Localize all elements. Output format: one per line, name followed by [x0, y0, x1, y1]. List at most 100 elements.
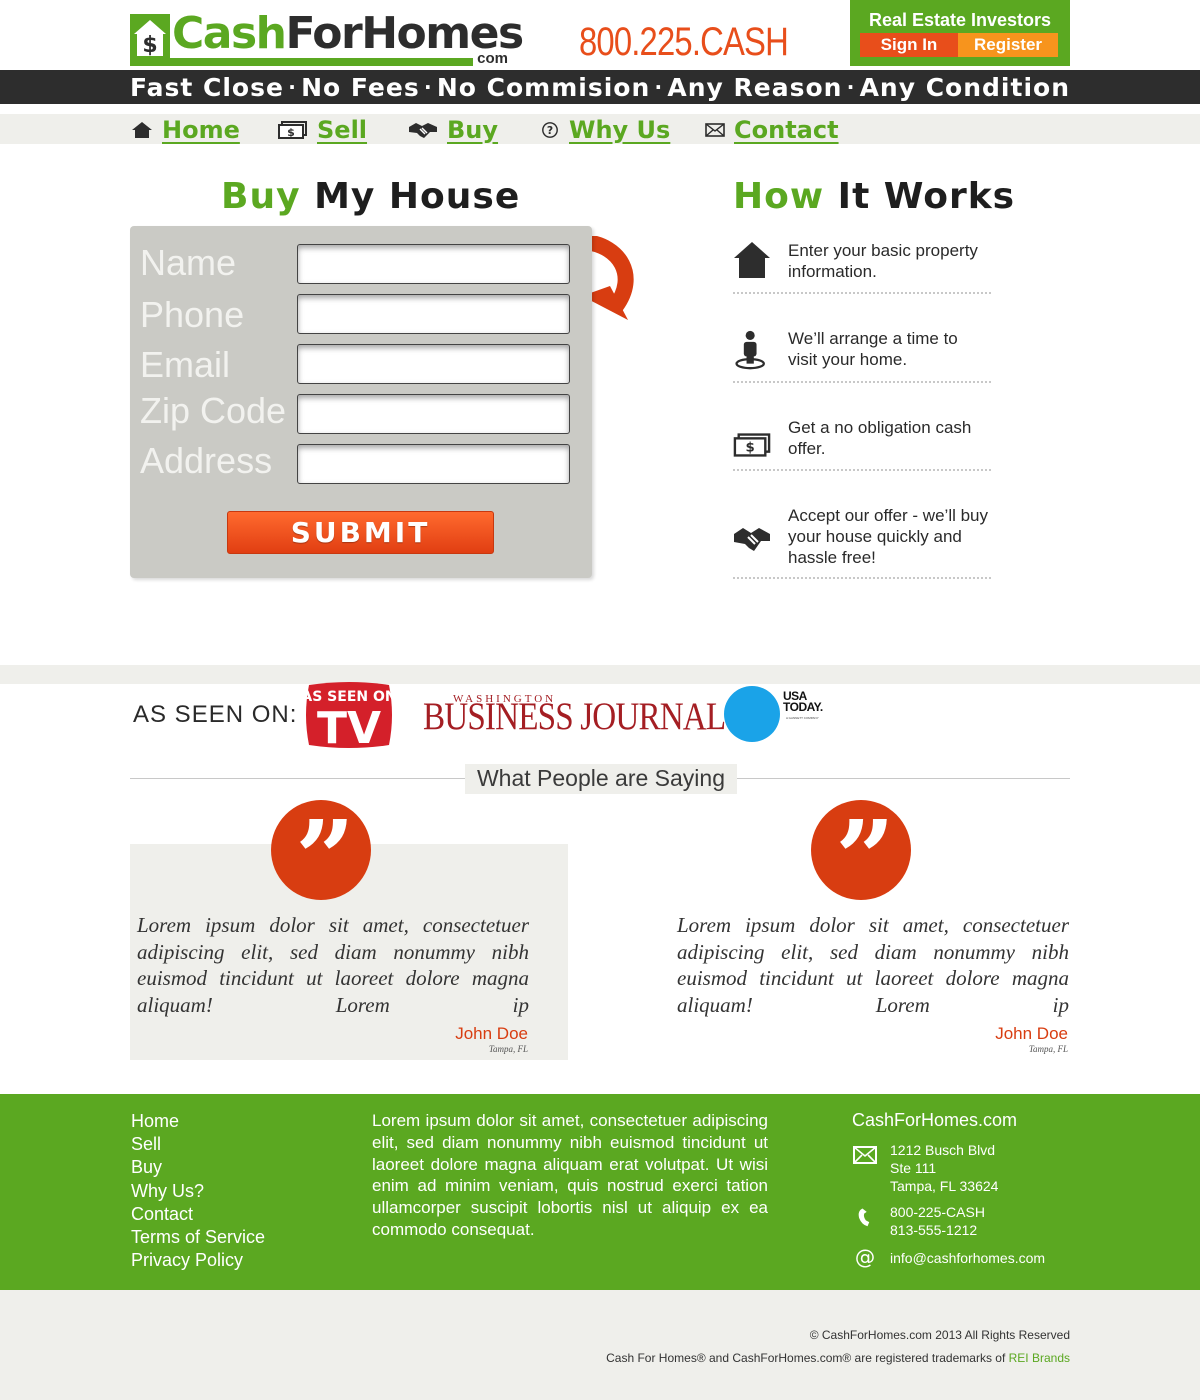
site-logo[interactable]: $ CashForHomes com — [130, 8, 524, 68]
how-step: We’ll arrange a time to visit your home. — [733, 326, 991, 383]
tagline-bar: Fast Close · No Fees · No Commision · An… — [0, 70, 1200, 104]
usa-today-subtext: A GANNETT COMPANY — [786, 716, 819, 720]
address-field[interactable] — [297, 444, 570, 484]
heading-highlight: Buy — [221, 176, 301, 217]
logo-underline — [130, 58, 512, 66]
step-text: Get a no obligation cash offer. — [788, 418, 972, 458]
section-divider-band — [0, 665, 1200, 684]
usa-today-text: USA TODAY. — [783, 689, 823, 714]
footer-links: Home Sell Buy Why Us? Contact Terms of S… — [131, 1110, 265, 1272]
phone-icon — [858, 1208, 870, 1227]
heading-highlight: How — [733, 176, 825, 217]
zip-code-field[interactable] — [297, 394, 570, 434]
svg-text:@: @ — [855, 1246, 875, 1268]
as-seen-on-tv-logo: AS SEEN ON TV — [305, 682, 393, 749]
cash-icon: $ — [278, 121, 307, 139]
phone-label: Phone — [140, 294, 245, 335]
name-field[interactable] — [297, 244, 570, 284]
house-icon — [734, 242, 770, 278]
testimonial-quote: Lorem ipsum dolor sit amet, consectetuer… — [137, 913, 529, 1017]
svg-text:$: $ — [745, 441, 754, 456]
footer-phones: 800-225-CASH 813-555-1212 — [890, 1203, 985, 1239]
logo-wordmark: CashForHomes — [172, 8, 524, 60]
nav-label: Home — [162, 116, 240, 144]
tagline-separator: · — [654, 75, 664, 99]
footer-link-privacy[interactable]: Privacy Policy — [131, 1249, 265, 1272]
tagline-separator: · — [288, 75, 297, 99]
envelope-icon — [853, 1146, 877, 1164]
usa-today-logo — [724, 686, 780, 742]
how-step: Enter your basic property information. — [733, 238, 991, 294]
wbj-big-text: BUSINESS JOURNAL — [423, 695, 726, 738]
phone-line[interactable]: 813-555-1212 — [890, 1221, 985, 1239]
testimonial-location: Tampa, FL — [488, 1044, 528, 1054]
heading-rest: It Works — [837, 176, 1016, 217]
submit-button[interactable]: SUBMIT — [227, 511, 494, 554]
nav-label: Why Us — [569, 116, 671, 144]
legal-bar: © CashForHomes.com 2013 All Rights Reser… — [0, 1290, 1200, 1400]
buy-form-heading: Buy My House — [221, 176, 520, 217]
sign-in-button[interactable]: Sign In — [860, 33, 958, 57]
nav-label: Buy — [447, 116, 499, 144]
testimonial-author: John Doe — [995, 1024, 1068, 1043]
investor-panel: Real Estate Investors Sign In Register — [850, 0, 1070, 66]
step-text: Enter your basic property information. — [788, 241, 978, 281]
site-header: $ CashForHomes com 800.225.CASH Real Est… — [0, 0, 1200, 70]
step-text: We’ll arrange a time to visit your home. — [788, 329, 958, 369]
footer-link-contact[interactable]: Contact — [131, 1203, 265, 1226]
phone-number[interactable]: 800.225.CASH — [579, 20, 789, 65]
nav-item-buy[interactable]: Buy — [408, 116, 498, 144]
testimonial-quote: Lorem ipsum dolor sit amet, consectetuer… — [677, 913, 1069, 1017]
buy-house-form: Name Phone Email Zip Code Address SUBMIT — [130, 226, 592, 578]
how-step: Accept our offer - we’ll buy your house … — [733, 503, 991, 579]
nav-item-home[interactable]: Home — [131, 116, 240, 144]
tagline-list: Fast Close · No Fees · No Commision · An… — [130, 70, 1070, 104]
logo-com-text: com — [473, 50, 512, 68]
question-circle-icon: ? — [542, 122, 558, 138]
phone-line[interactable]: 800-225-CASH — [890, 1203, 985, 1221]
tagline-item: Any Reason — [667, 72, 843, 102]
person-location-icon — [735, 330, 765, 370]
nav-item-contact[interactable]: Contact — [705, 116, 839, 144]
house-icon — [132, 122, 152, 138]
footer-link-terms[interactable]: Terms of Service — [131, 1226, 265, 1249]
main-nav: Home $ Sell Buy ? Why Us Contact — [0, 104, 1200, 144]
tagline-separator: · — [846, 75, 856, 99]
footer-link-sell[interactable]: Sell — [131, 1133, 265, 1156]
phone-field[interactable] — [297, 294, 570, 334]
step-text: Accept our offer - we’ll buy your house … — [788, 506, 988, 567]
logo-cash-text: Cash — [172, 8, 287, 59]
tagline-item: No Commision — [436, 72, 651, 102]
email-label: Email — [140, 344, 231, 385]
investor-title: Real Estate Investors — [868, 10, 1052, 30]
nav-item-why-us[interactable]: ? Why Us — [540, 116, 670, 144]
quote-icon: ” — [811, 800, 911, 914]
address-line: 1212 Busch Blvd — [890, 1142, 996, 1158]
footer-link-buy[interactable]: Buy — [131, 1156, 265, 1179]
address-label: Address — [140, 440, 273, 481]
nav-item-sell[interactable]: $ Sell — [278, 116, 367, 144]
address-line: Tampa, FL 33624 — [890, 1178, 999, 1194]
nav-label: Sell — [317, 116, 368, 144]
register-button[interactable]: Register — [958, 33, 1058, 57]
address-line: Ste 111 — [890, 1160, 937, 1176]
at-sign-icon: @ — [855, 1246, 875, 1268]
zip-code-label: Zip Code — [140, 390, 287, 431]
washington-business-journal-logo: WASHINGTON BUSINESS JOURNAL — [423, 693, 726, 738]
how-it-works-heading: How It Works — [733, 176, 1015, 217]
nav-label: Contact — [734, 116, 839, 144]
cash-icon: $ — [733, 433, 771, 457]
how-step: $ Get a no obligation cash offer. — [733, 415, 991, 471]
site-footer: Home Sell Buy Why Us? Contact Terms of S… — [0, 1094, 1200, 1290]
footer-link-home[interactable]: Home — [131, 1110, 265, 1133]
handshake-icon — [409, 123, 437, 138]
tagline-separator: · — [423, 75, 433, 99]
testimonial-author: John Doe — [455, 1024, 528, 1043]
tagline-item: Any Condition — [859, 72, 1070, 102]
copyright-text: © CashForHomes.com 2013 All Rights Reser… — [809, 1328, 1070, 1342]
tv-logo-main-text: TV — [317, 703, 381, 749]
footer-link-why-us[interactable]: Why Us? — [131, 1180, 265, 1203]
rei-brands-link[interactable]: REI Brands — [1009, 1351, 1070, 1365]
footer-email[interactable]: info@cashforhomes.com — [890, 1249, 1045, 1267]
email-field[interactable] — [297, 344, 570, 384]
